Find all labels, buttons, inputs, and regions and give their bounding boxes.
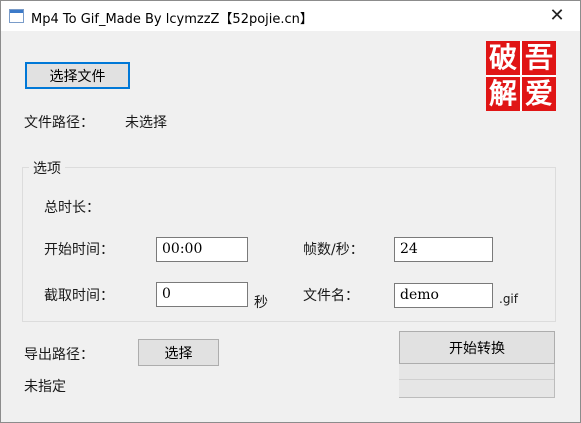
choose-export-button[interactable]: 选择 <box>138 339 219 366</box>
window-title: Mp4 To Gif_Made By lcymzzZ【52pojie.cn】 <box>31 12 313 27</box>
close-button[interactable]: ✕ <box>534 1 580 31</box>
fps-input[interactable]: 24 <box>394 237 493 262</box>
file-path-label: 文件路径： <box>24 115 94 131</box>
conversion-progress-bar <box>399 364 555 398</box>
fps-label: 帧数/秒： <box>303 242 364 258</box>
clip-time-input[interactable]: 0 <box>156 282 248 307</box>
clip-time-unit: 秒 <box>254 295 268 311</box>
app-icon <box>9 9 24 23</box>
duration-label: 总时长： <box>44 200 100 216</box>
export-path-value: 未指定 <box>24 379 66 395</box>
logo-char: 解 <box>486 77 520 111</box>
filename-input[interactable]: demo <box>394 283 493 308</box>
choose-file-button[interactable]: 选择文件 <box>25 62 130 89</box>
logo-char: 爱 <box>522 77 556 111</box>
progress-fill <box>399 379 554 380</box>
export-path-label: 导出路径： <box>24 347 94 363</box>
filename-extension: .gif <box>499 292 518 306</box>
title-bar[interactable]: Mp4 To Gif_Made By lcymzzZ【52pojie.cn】 ✕ <box>1 1 580 31</box>
start-time-label: 开始时间： <box>44 242 114 258</box>
logo-char: 破 <box>486 41 520 75</box>
options-group-title: 选项 <box>29 158 65 178</box>
file-path-value: 未选择 <box>125 115 167 131</box>
app-window: Mp4 To Gif_Made By lcymzzZ【52pojie.cn】 ✕… <box>0 0 581 423</box>
start-time-input[interactable]: 00:00 <box>156 237 248 262</box>
logo: 破 吾 解 爱 <box>486 41 556 111</box>
logo-char: 吾 <box>522 41 556 75</box>
start-convert-button[interactable]: 开始转换 <box>399 331 555 364</box>
clip-time-label: 截取时间： <box>44 288 114 304</box>
filename-label: 文件名： <box>303 288 359 304</box>
